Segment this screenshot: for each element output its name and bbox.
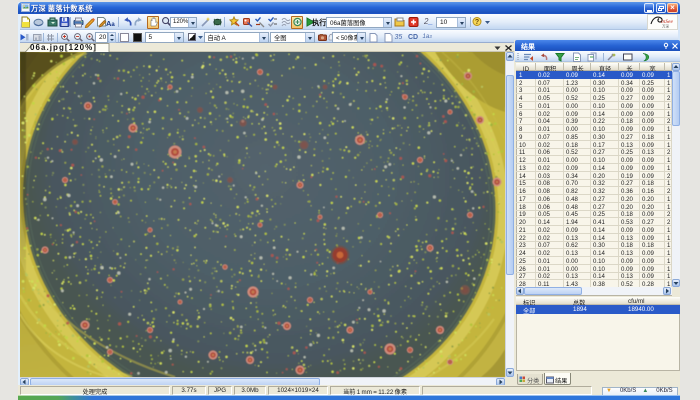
svg-text:万深: 万深 bbox=[662, 24, 670, 29]
svg-text:?: ? bbox=[475, 19, 479, 26]
